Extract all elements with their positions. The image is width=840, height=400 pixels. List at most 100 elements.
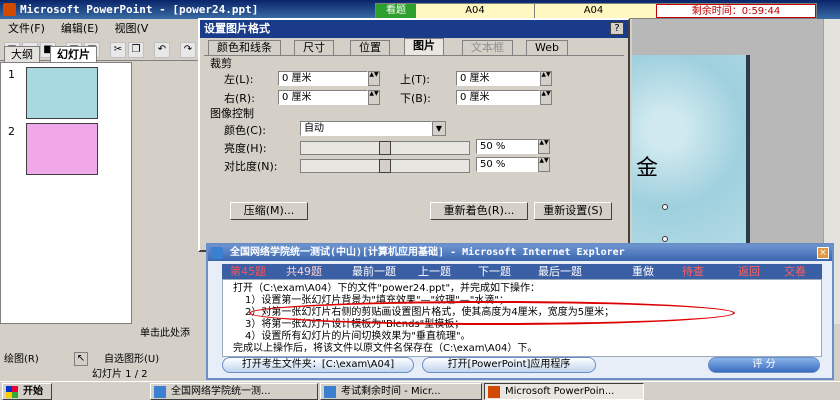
windows-logo-icon xyxy=(6,386,18,398)
taskbar-item-active[interactable]: Microsoft PowerPoin... xyxy=(484,383,644,400)
brightness-slider-thumb[interactable] xyxy=(379,141,391,155)
menu-view[interactable]: 视图(V xyxy=(106,19,156,39)
open-app-button[interactable]: 打开[PowerPoint]应用程序 xyxy=(422,357,596,373)
contrast-spinner[interactable]: ▲▼ xyxy=(538,157,550,172)
total-questions: 共49题 xyxy=(286,265,322,278)
redo-icon[interactable]: ↷ xyxy=(180,42,196,58)
tab-size[interactable]: 尺寸 xyxy=(294,40,334,55)
tab-colors-lines[interactable]: 颜色和线条 xyxy=(208,40,281,55)
prev-question-link[interactable]: 上一题 xyxy=(418,264,451,279)
crop-top-label: 上(T): xyxy=(400,73,431,86)
crop-bottom-field[interactable]: 0 厘米 xyxy=(456,90,540,105)
remaining-time: 剩余时间：0:59:44 xyxy=(656,4,816,18)
submit-link[interactable]: 交卷 xyxy=(784,264,806,279)
crop-bottom-label: 下(B): xyxy=(400,92,431,105)
exam-status-bar: 看题 A04 A04 剩余时间：0:59:44 xyxy=(375,3,817,19)
tab-textbox[interactable]: 文本框 xyxy=(462,40,513,55)
chevron-down-icon[interactable]: ▼ xyxy=(432,121,446,136)
autoshape-menu[interactable]: 自选图形(U) xyxy=(104,353,159,367)
score-button[interactable]: 评 分 xyxy=(708,357,820,373)
reset-button[interactable]: 重新设置(S) xyxy=(534,202,612,220)
powerpoint-icon xyxy=(3,3,16,16)
start-label: 开始 xyxy=(23,386,43,397)
brightness-spinner[interactable]: ▲▼ xyxy=(538,139,550,154)
slide-thumbnail[interactable] xyxy=(26,123,98,175)
menu-edit[interactable]: 编辑(E) xyxy=(53,19,107,39)
instruction-line: 打开（C:\exam\A04）下的文件"power24.ppt"，并完成如下操作… xyxy=(233,283,541,294)
color-label: 颜色(C): xyxy=(224,124,266,137)
pointer-icon[interactable]: ↖ xyxy=(74,352,88,366)
tab-position[interactable]: 位置 xyxy=(350,40,390,55)
brightness-field[interactable]: 50 % xyxy=(476,139,538,154)
menu-file[interactable]: 文件(F) xyxy=(0,19,53,39)
crop-right-spinner[interactable]: ▲▼ xyxy=(368,90,380,105)
tab-picture[interactable]: 图片 xyxy=(404,38,444,56)
window-title: Microsoft PowerPoint - [power24.ppt] xyxy=(20,3,259,16)
contrast-slider-thumb[interactable] xyxy=(379,159,391,173)
first-question-link[interactable]: 最前一题 xyxy=(352,264,396,279)
slides-pane: 1 2 xyxy=(0,62,132,324)
last-question-link[interactable]: 最后一题 xyxy=(538,264,582,279)
slide-number: 1 xyxy=(8,68,15,81)
crop-section-label: 裁剪 xyxy=(210,57,232,70)
notes-placeholder[interactable]: 单击此处添 xyxy=(140,327,190,341)
browser-titlebar: 全国网络学院统一测试(中山)[计算机应用基础] - Microsoft Inte… xyxy=(208,245,832,261)
redo-link[interactable]: 重做 xyxy=(632,264,654,279)
highlight-oval xyxy=(249,301,735,325)
current-question: 第45题 xyxy=(230,265,266,278)
color-select[interactable]: 自动 xyxy=(300,121,432,136)
contrast-slider[interactable] xyxy=(300,159,470,173)
crop-left-label: 左(L): xyxy=(224,73,254,86)
next-question-link[interactable]: 下一题 xyxy=(478,264,511,279)
pending-link[interactable]: 待查 xyxy=(682,264,704,279)
taskbar-item-label: Microsoft PowerPoin... xyxy=(505,386,615,397)
crop-bottom-spinner[interactable]: ▲▼ xyxy=(540,90,552,105)
slide-number: 2 xyxy=(8,125,15,138)
recolor-button[interactable]: 重新着色(R)... xyxy=(430,202,528,220)
crop-top-field[interactable]: 0 厘米 xyxy=(456,71,540,86)
brightness-slider[interactable] xyxy=(300,141,470,155)
ie-icon xyxy=(211,247,223,259)
crop-top-spinner[interactable]: ▲▼ xyxy=(540,71,552,86)
powerpoint-icon xyxy=(488,386,500,398)
open-folder-button[interactable]: 打开考生文件夹：[C:\exam\A04] xyxy=(222,357,414,373)
question-nav-bar: 第45题 共49题 最前一题 上一题 下一题 最后一题 重做 待查 返回 交卷 xyxy=(222,264,822,279)
help-icon[interactable]: ? xyxy=(610,22,624,35)
dialog-title: 设置图片格式 xyxy=(200,20,628,38)
tab-slides[interactable]: 幻灯片 xyxy=(50,46,97,62)
pane-tabs: 大纲 幻灯片 xyxy=(0,46,132,62)
crop-left-field[interactable]: 0 厘米 xyxy=(278,71,368,86)
close-icon[interactable]: × xyxy=(817,247,829,259)
ie-icon xyxy=(154,386,166,398)
instruction-line: 完成以上操作后，将该文件以原文件名保存在（C:\exam\A04）下。 xyxy=(233,343,538,354)
back-link[interactable]: 返回 xyxy=(738,264,760,279)
crop-right-label: 右(R): xyxy=(224,92,255,105)
undo-icon[interactable]: ↶ xyxy=(154,42,170,58)
taskbar-item-label: 考试剩余时间 - Micr... xyxy=(341,386,441,397)
taskbar-item[interactable]: 全国网络学院统一测... xyxy=(150,383,318,400)
contrast-field[interactable]: 50 % xyxy=(476,157,538,172)
tab-outline[interactable]: 大纲 xyxy=(4,46,40,62)
question-id-2: A04 xyxy=(534,4,652,18)
crop-right-field[interactable]: 0 厘米 xyxy=(278,90,368,105)
selection-handle[interactable] xyxy=(662,204,668,210)
slide-text[interactable]: 金 xyxy=(636,150,658,182)
crop-left-spinner[interactable]: ▲▼ xyxy=(368,71,380,86)
start-button[interactable]: 开始 xyxy=(2,383,52,400)
status-area: 单击此处添 绘图(R) ↖ 自选图形(U) 幻灯片 1 / 2 xyxy=(0,324,206,380)
exam-status: 看题 xyxy=(376,4,416,18)
menubar: 文件(F) 编辑(E) 视图(V xyxy=(0,19,200,39)
slide-indicator: 幻灯片 1 / 2 xyxy=(92,369,148,380)
draw-menu[interactable]: 绘图(R) xyxy=(4,353,39,367)
contrast-label: 对比度(N): xyxy=(224,160,278,173)
tab-divider xyxy=(204,55,624,56)
taskbar-item[interactable]: 考试剩余时间 - Micr... xyxy=(320,383,482,400)
compress-button[interactable]: 压缩(M)... xyxy=(230,202,308,220)
format-picture-dialog: 设置图片格式 ? 颜色和线条 尺寸 位置 图片 文本框 Web 裁剪 左(L):… xyxy=(198,18,630,252)
tab-web[interactable]: Web xyxy=(526,40,568,55)
slide-thumbnail[interactable] xyxy=(26,67,98,119)
windows-taskbar: 开始 全国网络学院统一测... 考试剩余时间 - Micr... Microso… xyxy=(0,381,840,400)
selection-handle[interactable] xyxy=(662,236,668,242)
ie-icon xyxy=(324,386,336,398)
image-control-section-label: 图像控制 xyxy=(210,107,254,120)
